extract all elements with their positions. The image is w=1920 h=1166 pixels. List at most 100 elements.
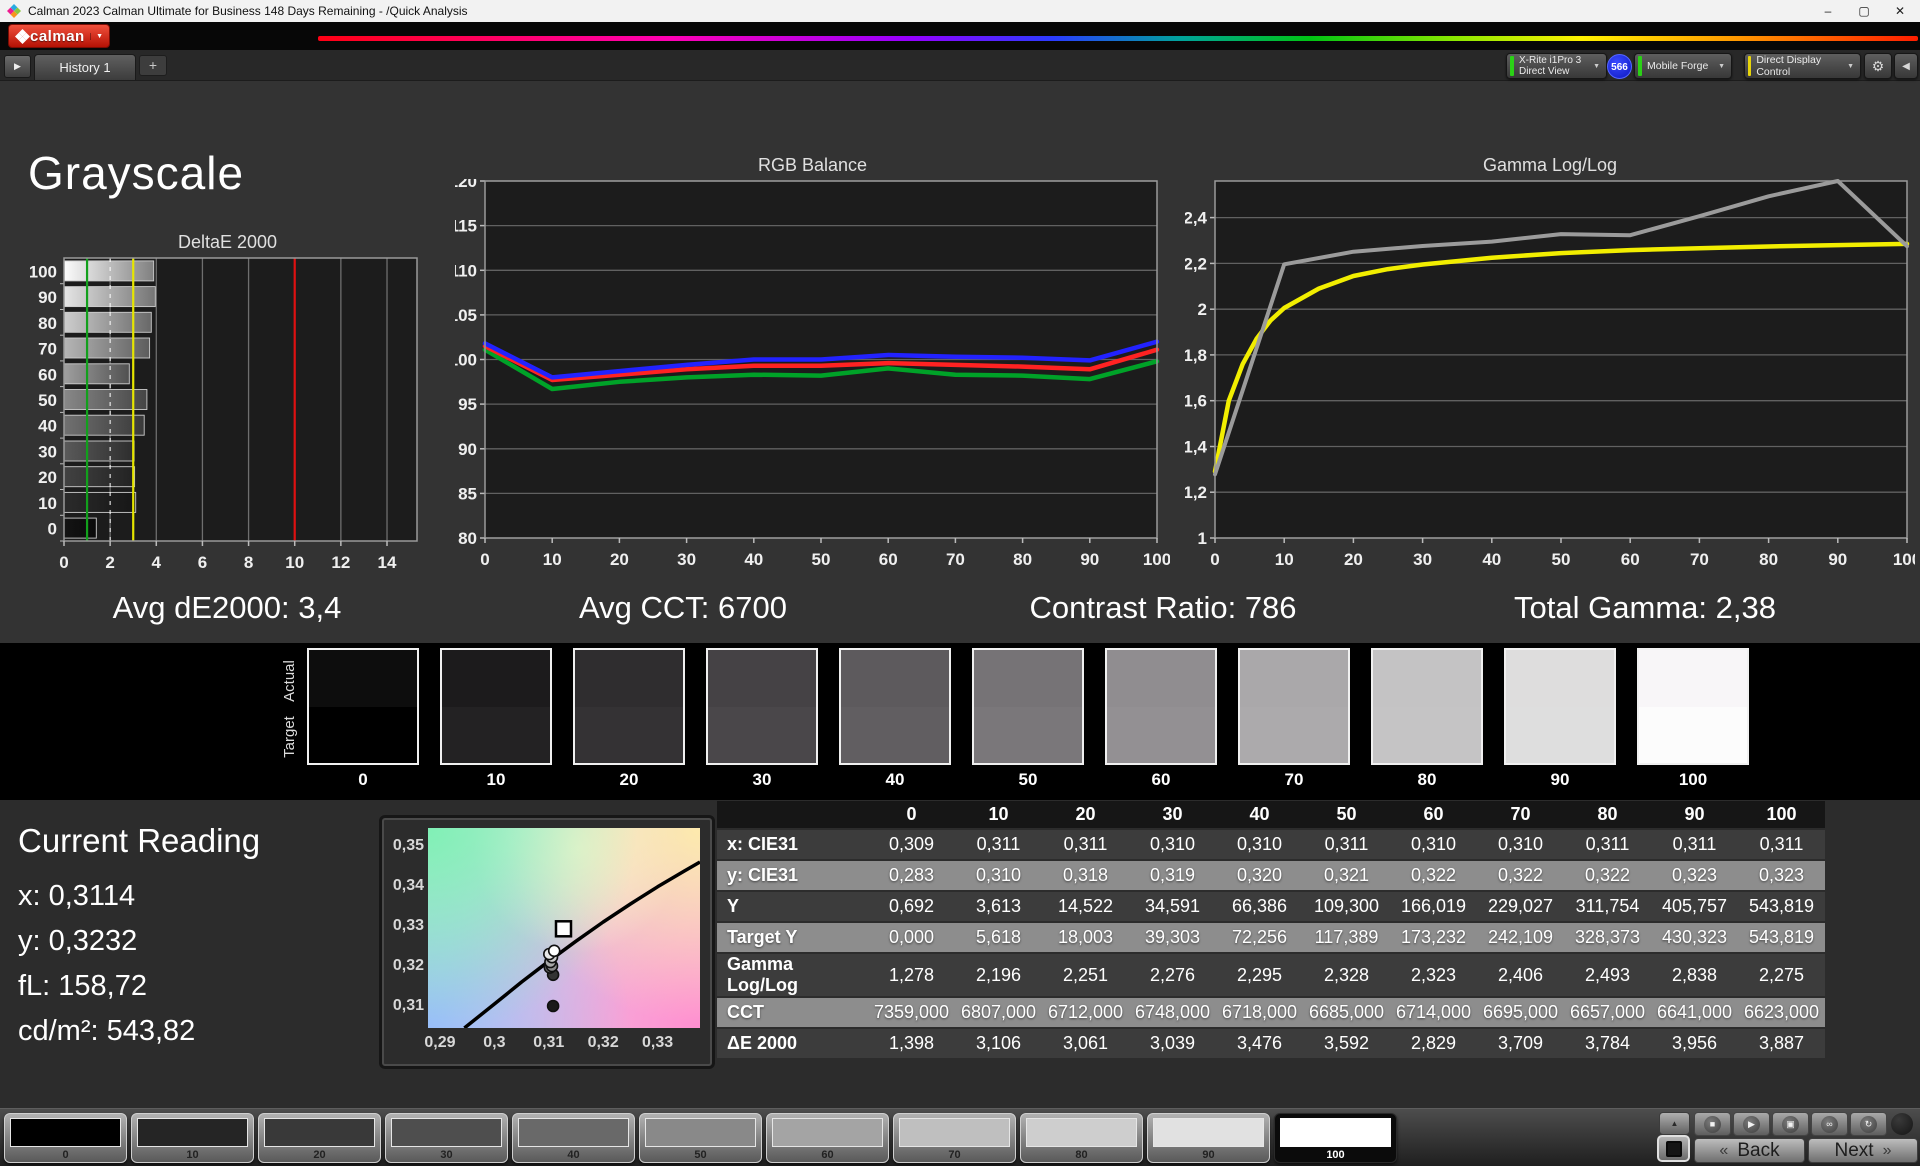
maximize-button[interactable]: ▢ <box>1846 0 1882 22</box>
current-reading-panel: Current Reading x: 0,3114 y: 0,3232 fL: … <box>18 822 260 1054</box>
table-column-header: 50 <box>1303 801 1390 828</box>
cie-y-tick-label: 0,33 <box>392 917 424 934</box>
display-control-label: Direct Display Control <box>1756 54 1822 78</box>
calman-menu-button[interactable]: calman ▼ <box>8 24 110 48</box>
tab-history-1[interactable]: History 1 <box>34 54 136 80</box>
pattern-source-button[interactable]: Mobile Forge ▼ <box>1634 53 1732 79</box>
pattern-preview-button[interactable] <box>1657 1135 1690 1162</box>
gray-patch-button-90[interactable]: 90 <box>1147 1113 1270 1163</box>
next-button[interactable]: Next » <box>1808 1138 1918 1163</box>
back-button[interactable]: « Back <box>1694 1138 1805 1163</box>
close-button[interactable]: ✕ <box>1882 0 1918 22</box>
cie-x-tick-label: 0,31 <box>533 1034 565 1051</box>
continuous-read-icon: ∞ <box>1821 1115 1838 1133</box>
swatch-actual-label: Actual <box>281 660 298 702</box>
pattern-preview-square <box>1665 1140 1682 1157</box>
meter-mode: Direct View <box>1519 66 1570 77</box>
chevrons-right-icon: » <box>1882 1141 1892 1159</box>
tab-bar: ▶ History 1 + X-Rite i1Pro 3 Direct View … <box>0 50 1920 81</box>
gray-patch-button-20[interactable]: 20 <box>258 1113 381 1163</box>
window-controls: – ▢ ✕ <box>1810 0 1918 22</box>
display-control-button[interactable]: Direct Display Control ▼ <box>1744 53 1861 79</box>
gray-swatch-50: 50 <box>972 648 1084 790</box>
svg-text:2: 2 <box>105 553 114 572</box>
stop-icon-button[interactable]: ■ <box>1694 1112 1731 1136</box>
table-row: ΔE 2000 1,398 3,106 3,061 3,039 3,476 3,592 2,8… <box>717 1029 1825 1058</box>
rgb-chart-plot: 80 85 90 95 100 105 110 115 120 0 10 20 30 40 50 60 70 80… <box>449 172 1172 588</box>
cie-x-tick-label: 0,33 <box>641 1034 674 1051</box>
gamma-chart-plot: 1 1,2 1,4 1,6 1,8 2 2,2 2,4 0 10 20 30 40 50 60 70 80 90 1… <box>1183 179 1920 588</box>
gray-patch-button-30[interactable]: 30 <box>385 1113 508 1163</box>
pattern-window-up-button[interactable]: ▲ <box>1659 1112 1690 1135</box>
deltae-chart-plot: 100 90 80 70 60 50 40 30 20 10 0 0 2 4 6 8 10 12 14 <box>29 256 425 592</box>
svg-text:85: 85 <box>458 484 477 503</box>
reading-y: y: 0,3232 <box>18 925 138 957</box>
table-row: CCT 7359,000 6807,000 6712,000 6748,000 6718,… <box>717 998 1825 1027</box>
cie-x-tick-label: 0,29 <box>424 1034 456 1051</box>
svg-text:1,2: 1,2 <box>1185 483 1207 502</box>
gray-swatch-80: 80 <box>1371 648 1483 790</box>
app-icon <box>7 4 21 18</box>
svg-text:2,2: 2,2 <box>1185 254 1207 273</box>
add-tab-button[interactable]: + <box>139 55 167 76</box>
svg-text:2: 2 <box>1198 300 1207 319</box>
pattern-source-label: Mobile Forge <box>1647 60 1709 72</box>
window-titlebar: Calman 2023 Calman Ultimate for Business… <box>0 0 1920 23</box>
cie-plot-background <box>428 828 701 1030</box>
gamma-chart: Gamma Log/Log 1 1,2 1,4 1,6 1,8 2 2,2 2,4 0 10 20 3… <box>1183 155 1920 588</box>
svg-text:30: 30 <box>677 550 696 569</box>
gray-swatch-100: 100 <box>1637 648 1749 790</box>
chevron-down-icon: ▼ <box>1593 62 1600 70</box>
play-icon-button[interactable]: ▶ <box>1733 1112 1770 1136</box>
single-read-icon: ▣ <box>1782 1115 1799 1133</box>
gray-patch-button-70[interactable]: 70 <box>893 1113 1016 1163</box>
gray-patch-button-100[interactable]: 100 <box>1274 1113 1397 1163</box>
gray-patch-button-40[interactable]: 40 <box>512 1113 635 1163</box>
svg-text:10: 10 <box>543 550 562 569</box>
meter-name: X-Rite i1Pro 3 <box>1519 55 1582 66</box>
gray-patch-button-0[interactable]: 0 <box>4 1113 127 1163</box>
settings-gear-button[interactable]: ⚙ <box>1864 53 1892 79</box>
stop-icon: ■ <box>1704 1115 1721 1133</box>
svg-text:40: 40 <box>1482 550 1501 569</box>
stat-avg-de2000: Avg dE2000: 3,4 <box>112 590 342 625</box>
table-column-header: 80 <box>1564 801 1651 828</box>
chevron-down-icon: ▼ <box>1718 62 1725 70</box>
svg-text:12: 12 <box>331 553 350 572</box>
play-right-icon: ▶ <box>14 61 21 71</box>
single-read-icon-button[interactable]: ▣ <box>1772 1112 1809 1136</box>
tab-scroll-button[interactable]: ▶ <box>4 55 31 78</box>
gray-patch-button-10[interactable]: 10 <box>131 1113 254 1163</box>
continuous-read-icon-button[interactable]: ∞ <box>1811 1112 1848 1136</box>
table-column-header: 100 <box>1738 801 1825 828</box>
minimize-button[interactable]: – <box>1810 0 1846 22</box>
gray-patch-button-60[interactable]: 60 <box>766 1113 889 1163</box>
rgb-chart-title: RGB Balance <box>757 155 868 175</box>
collapse-panel-button[interactable]: ◀ <box>1894 53 1918 79</box>
meter-select-button[interactable]: X-Rite i1Pro 3 Direct View ▼ <box>1506 53 1607 79</box>
svg-text:0: 0 <box>59 553 68 572</box>
svg-text:80: 80 <box>1759 550 1778 569</box>
gray-swatch-40: 40 <box>839 648 951 790</box>
gray-patch-button-50[interactable]: 50 <box>639 1113 762 1163</box>
chevron-down-icon: ▼ <box>1847 62 1854 70</box>
meter-count-badge: 566 <box>1607 54 1632 79</box>
meter-status-bar <box>1510 56 1514 76</box>
loop-icon-button[interactable]: ↻ <box>1850 1112 1887 1136</box>
loop-icon: ↻ <box>1860 1115 1877 1133</box>
table-row: Gamma Log/Log 1,278 2,196 2,251 2,276 2,295 2,… <box>717 954 1825 996</box>
current-reading-title: Current Reading <box>18 822 261 859</box>
svg-text:120: 120 <box>455 179 477 191</box>
gray-swatch-0: 0 <box>307 648 419 790</box>
swatch-target-label: Target <box>281 716 298 758</box>
svg-text:10: 10 <box>38 494 57 513</box>
svg-text:90: 90 <box>1828 550 1847 569</box>
reading-x: x: 0,3114 <box>18 880 136 912</box>
table-column-header: 90 <box>1651 801 1738 828</box>
table-column-header: 60 <box>1390 801 1477 828</box>
cie-x-tick-label: 0,32 <box>587 1034 619 1051</box>
svg-text:60: 60 <box>1621 550 1640 569</box>
table-row: x: CIE31 0,309 0,311 0,311 0,310 0,310 0,311 0,… <box>717 830 1825 859</box>
gray-patch-button-80[interactable]: 80 <box>1020 1113 1143 1163</box>
svg-text:8: 8 <box>244 553 253 572</box>
